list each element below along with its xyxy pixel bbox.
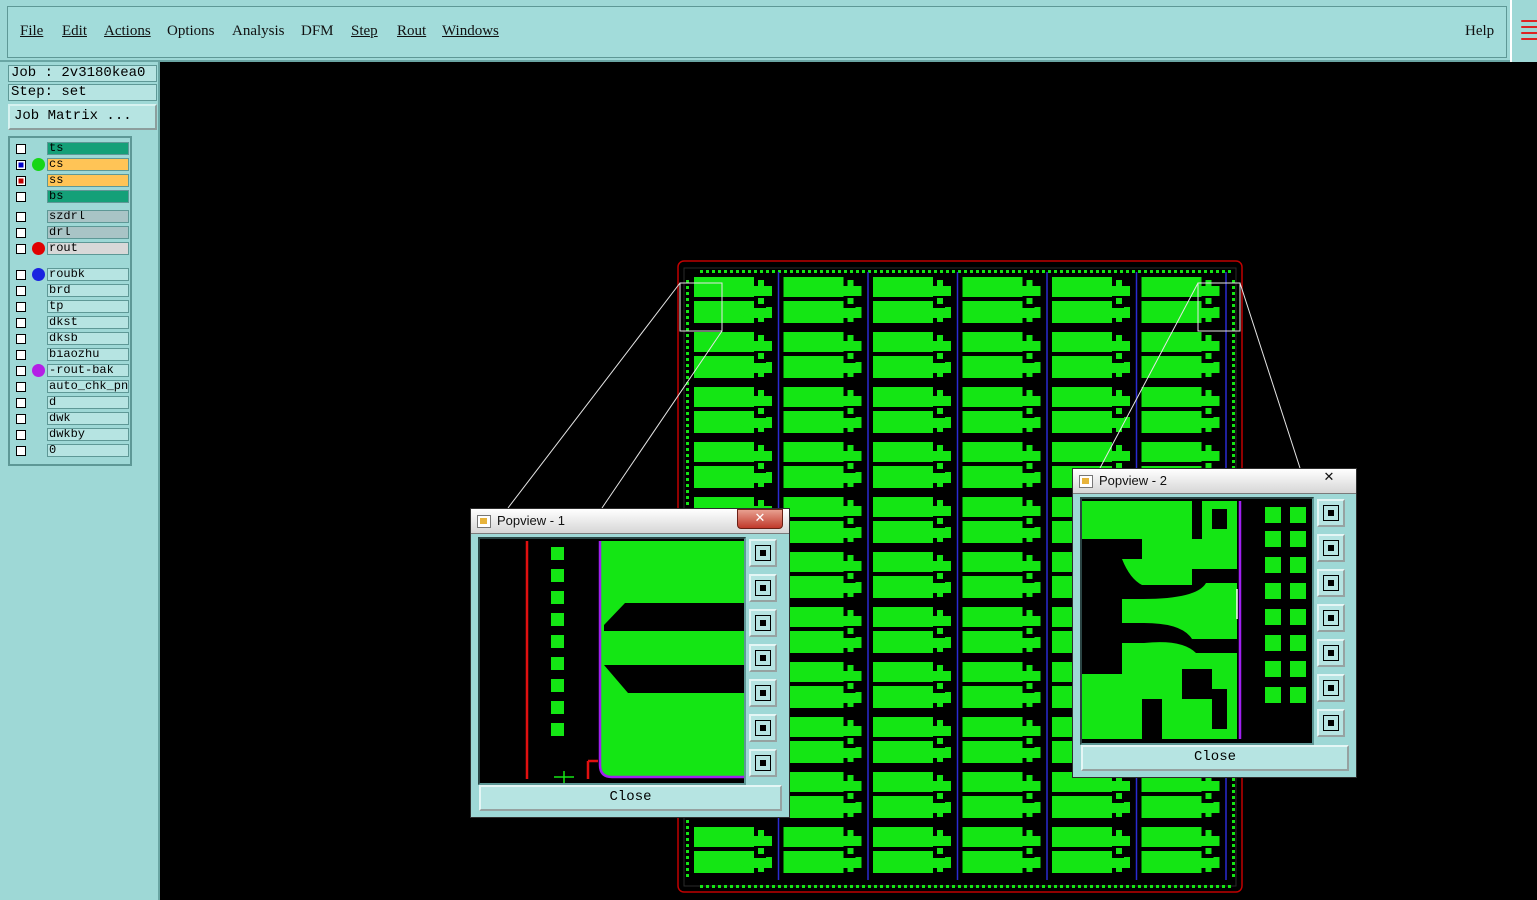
popview-1-zoom-in-button[interactable] [749,714,777,742]
zoom-window-icon [1323,505,1339,521]
pcb-unit [1141,387,1220,433]
window-icon [477,515,491,528]
popview-2-pan-left-button[interactable] [1317,604,1345,632]
popview-1-close-button[interactable]: Close [479,785,782,811]
popview-1-pan-left-button[interactable] [749,644,777,672]
pcb-unit [873,662,951,708]
zoom-window-icon [755,545,771,561]
pcb-unit [783,387,862,433]
pcb-unit [873,717,951,763]
zoom-line-1a [507,282,681,509]
popview-2-pan-right-button[interactable] [1317,639,1345,667]
popview-2-image [1082,499,1312,743]
popview-2-pan-down-button[interactable] [1317,569,1345,597]
popview-1-zoom-window-button[interactable] [749,539,777,567]
zoom-out-icon [755,755,771,771]
popview-1-zoom-out-button[interactable] [749,749,777,777]
popview-1-image [480,539,744,783]
popview-1-pan-up-button[interactable] [749,574,777,602]
pcb-unit [1141,827,1220,873]
pcb-unit [873,772,951,818]
pcb-unit [962,277,1041,323]
pcb-unit [873,827,951,873]
pan-left-icon [1323,610,1339,626]
pcb-unit [694,387,772,433]
pcb-unit [1052,277,1130,323]
pcb-unit [694,442,772,488]
pcb-unit [873,277,951,323]
pcb-unit [962,607,1041,653]
pcb-unit [1052,827,1130,873]
pcb-unit [873,497,951,543]
pcb-unit [873,552,951,598]
pcb-unit [694,827,772,873]
popview-2-title: Popview - 2 [1099,473,1167,488]
pcb-unit [962,387,1041,433]
pcb-unit [783,497,862,543]
pan-up-icon [1323,540,1339,556]
popview-2-zoom-out-button[interactable] [1317,709,1345,737]
popview-1-pan-right-button[interactable] [749,679,777,707]
pan-left-icon [755,650,771,666]
popview-2-zoom-window-button[interactable] [1317,499,1345,527]
pcb-unit [1141,772,1220,818]
pcb-unit [962,552,1041,598]
pcb-unit [783,662,862,708]
pcb-unit [873,332,951,378]
pcb-unit [962,827,1041,873]
pan-right-icon [755,685,771,701]
pcb-unit [1052,772,1130,818]
pan-down-icon [755,615,771,631]
popview-2-canvas[interactable] [1080,497,1314,745]
pcb-unit [873,387,951,433]
pcb-unit [783,442,862,488]
zoom-in-icon [1323,680,1339,696]
pcb-unit [1141,332,1220,378]
popview-2-zoom-in-button[interactable] [1317,674,1345,702]
pcb-unit [783,552,862,598]
popview-1-title: Popview - 1 [497,513,565,528]
pcb-unit [783,607,862,653]
popview-1-canvas[interactable] [478,537,746,785]
pcb-unit [783,827,862,873]
popview-2-window: Popview - 2 ✕ Close [1072,468,1357,778]
popview-2-pan-up-button[interactable] [1317,534,1345,562]
zoom-in-icon [755,720,771,736]
pcb-unit [873,442,951,488]
zoom-line-2b [1239,282,1301,469]
pcb-unit [1052,387,1130,433]
pcb-unit [1052,332,1130,378]
pan-up-icon [755,580,771,596]
pcb-unit [962,662,1041,708]
pcb-unit [783,772,862,818]
popview-1-window: Popview - 1 ✕ Close [470,508,790,818]
pcb-unit [962,717,1041,763]
pcb-unit [962,497,1041,543]
pcb-unit [694,277,772,323]
popview-2-close-button[interactable]: Close [1081,745,1349,771]
pcb-unit [962,332,1041,378]
popview-2-close-x-button[interactable]: ✕ [1307,469,1351,487]
pcb-unit [783,332,862,378]
pcb-unit [783,277,862,323]
zoom-out-icon [1323,715,1339,731]
pan-right-icon [1323,645,1339,661]
pcb-unit [962,442,1041,488]
window-icon [1079,475,1093,488]
pcb-unit [873,607,951,653]
popview-1-close-x-button[interactable]: ✕ [737,509,783,529]
pan-down-icon [1323,575,1339,591]
popview-1-pan-down-button[interactable] [749,609,777,637]
pcb-unit [783,717,862,763]
pcb-unit [962,772,1041,818]
